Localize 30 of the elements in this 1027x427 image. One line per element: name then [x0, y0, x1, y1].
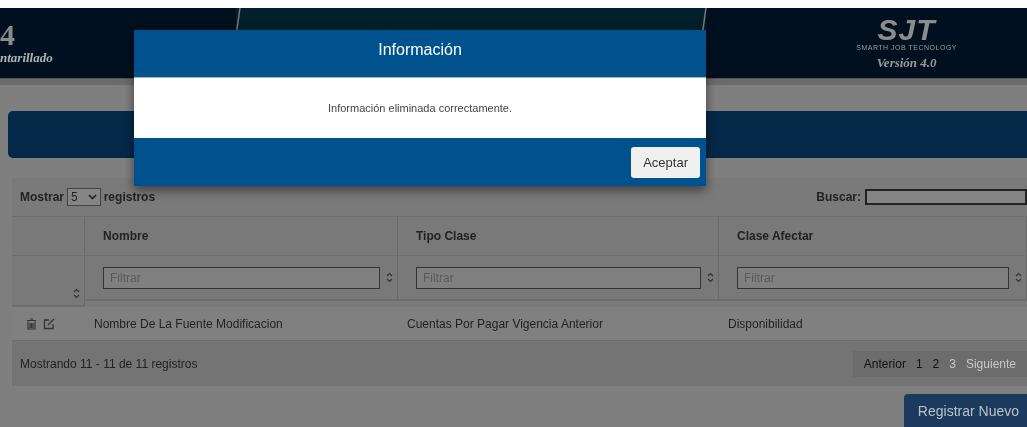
search-field[interactable] — [865, 189, 1027, 205]
length-select[interactable]: 5 — [67, 188, 101, 206]
length-label: Mostrar — [20, 190, 64, 204]
table-cell: Disponibilidad — [728, 316, 803, 331]
table-cell: Cuentas Por Pagar Vigencia Anterior — [407, 316, 603, 331]
chevron-icon — [87, 194, 97, 200]
column-header[interactable]: Nombre — [85, 216, 398, 255]
column-header[interactable]: Clase Afectar — [719, 216, 1027, 255]
dialog-title: Información — [378, 41, 462, 58]
edit-icon[interactable] — [43, 317, 55, 330]
sort-icon[interactable] — [707, 272, 714, 283]
table-cell: Nombre De La Fuente Modificacion — [94, 316, 283, 331]
trash-icon[interactable] — [26, 317, 37, 330]
pagination-link[interactable]: 2 — [927, 356, 945, 371]
pagination-link[interactable]: Anterior — [858, 356, 911, 371]
search-label: Buscar: — [816, 190, 861, 204]
header-title: 4 — [0, 20, 16, 50]
table-info: Mostrando 11 - 11 de 11 registros — [20, 356, 198, 371]
logo: SJT — [877, 15, 936, 44]
column-header[interactable]: Tipo Clase — [398, 216, 719, 255]
version-label: Versión 4.0 — [876, 54, 937, 71]
sort-icon[interactable] — [386, 272, 393, 283]
register-new-button[interactable]: Registrar Nuevo — [903, 394, 1027, 427]
length-suffix: registros — [103, 190, 156, 204]
sort-icon[interactable] — [73, 288, 80, 299]
sort-icon[interactable] — [1015, 272, 1022, 283]
header-subtitle: ntarillado — [0, 50, 53, 66]
pagination-link[interactable]: 1 — [910, 356, 928, 371]
dialog-message: Información eliminada correctamente. — [328, 102, 512, 114]
accept-button[interactable]: Aceptar — [631, 146, 700, 178]
